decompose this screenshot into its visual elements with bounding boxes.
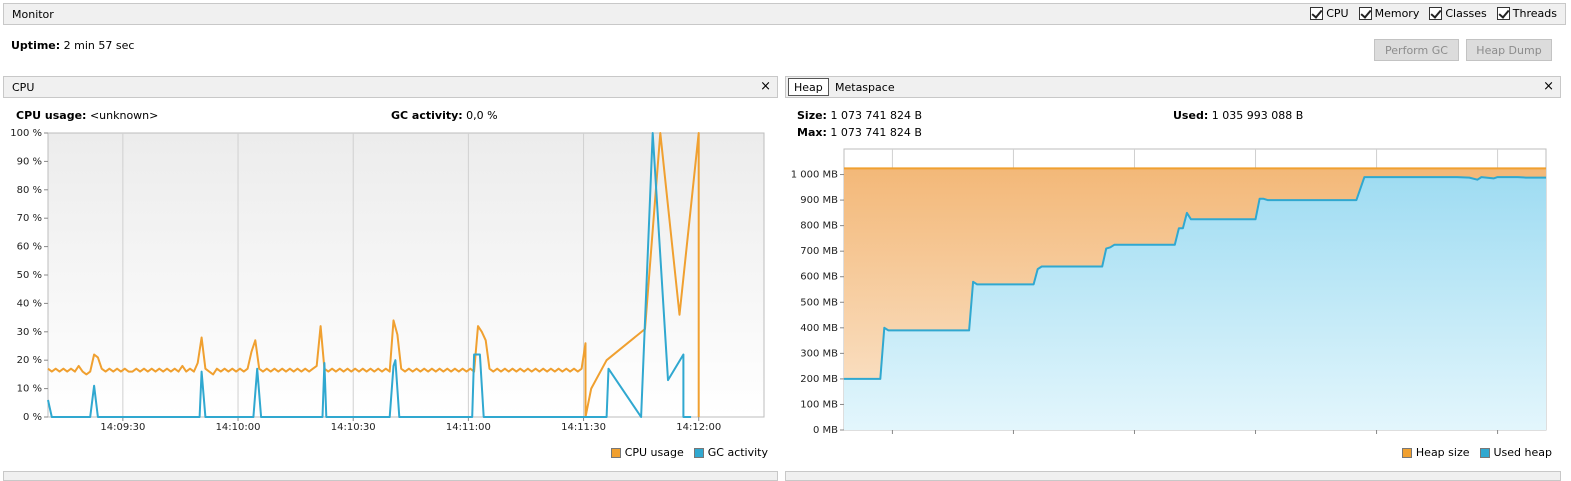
y-tick-label: 60 % — [17, 242, 42, 253]
gc-activity-readout: GC activity: 0,0 % — [391, 109, 498, 122]
x-tick-label: 14:10:30 — [1112, 435, 1157, 436]
checkbox-threads-box[interactable] — [1496, 7, 1510, 20]
checkbox-cpu-label: CPU — [1326, 7, 1349, 20]
uptime: Uptime: 2 min 57 sec — [11, 39, 134, 52]
heap-used-label: Used: — [1173, 109, 1209, 122]
cpu-panel-header: CPU × — [3, 76, 778, 98]
y-tick-label: 30 % — [17, 327, 42, 338]
legend-cpu-usage: CPU usage — [610, 446, 684, 459]
legend-used-heap: Used heap — [1479, 446, 1553, 459]
monitor-checkbox-group: CPU Memory Classes Threads — [1300, 7, 1557, 20]
uptime-label: Uptime: — [11, 39, 61, 52]
x-tick-label: 14:10:00 — [991, 435, 1036, 436]
x-tick-label: 14:10:00 — [216, 422, 261, 433]
heap-panel-header: Heap Metaspace × — [785, 76, 1561, 98]
checkbox-classes[interactable]: Classes — [1429, 7, 1487, 20]
tab-heap[interactable]: Heap — [788, 78, 829, 96]
heap-size-readout: Size: 1 073 741 824 B — [797, 109, 922, 122]
checkbox-memory-box[interactable] — [1358, 7, 1372, 20]
cpu-usage-readout: CPU usage: <unknown> — [16, 109, 158, 122]
y-tick-label: 0 MB — [813, 425, 838, 436]
y-tick-label: 100 % — [10, 128, 42, 139]
legend-cpu-label: CPU usage — [624, 446, 684, 459]
x-tick-label: 14:11:00 — [446, 422, 491, 433]
y-tick-label: 1 000 MB — [791, 170, 838, 181]
tab-metaspace[interactable]: Metaspace — [830, 79, 900, 99]
heap-dump-button[interactable]: Heap Dump — [1466, 39, 1552, 61]
checkbox-classes-box[interactable] — [1429, 7, 1443, 20]
heap-legend: Heap size Used heap — [1392, 446, 1552, 459]
x-tick-label: 14:11:00 — [1233, 435, 1278, 436]
legend-heap-size-label: Heap size — [1415, 446, 1470, 459]
checkbox-threads[interactable]: Threads — [1496, 7, 1557, 20]
y-tick-label: 700 MB — [800, 246, 838, 257]
x-tick-label: 14:09:30 — [100, 422, 145, 433]
legend-heap-size-swatch — [1401, 447, 1412, 458]
legend-used-heap-swatch — [1479, 447, 1490, 458]
legend-gc-swatch — [693, 447, 704, 458]
y-tick-label: 200 MB — [800, 374, 838, 385]
y-tick-label: 500 MB — [800, 297, 838, 308]
heap-max-readout: Max: 1 073 741 824 B — [797, 126, 922, 139]
y-tick-label: 400 MB — [800, 323, 838, 334]
perform-gc-button[interactable]: Perform GC — [1374, 39, 1459, 61]
heap-panel-close-icon[interactable]: × — [1543, 80, 1554, 93]
legend-used-heap-label: Used heap — [1493, 446, 1553, 459]
monitor-header: Monitor CPU Memory Classes Threads — [3, 3, 1566, 25]
y-tick-label: 800 MB — [800, 221, 838, 232]
x-tick-label: 14:12:00 — [1475, 435, 1520, 436]
legend-gc-activity: GC activity — [693, 446, 768, 459]
heap-chart: 0 MB 100 MB 200 MB 300 MB 400 MB 500 MB 600 MB… — [791, 148, 1547, 436]
classes-panel-header — [3, 471, 778, 481]
heap-max-value: 1 073 741 824 B — [830, 126, 922, 139]
checkbox-memory-label: Memory — [1374, 7, 1420, 20]
y-tick-label: 300 MB — [800, 348, 838, 359]
checkbox-classes-label: Classes — [1445, 7, 1487, 20]
heap-size-label: Size: — [797, 109, 827, 122]
x-tick-label: 14:10:30 — [331, 422, 376, 433]
y-tick-label: 40 % — [17, 298, 42, 309]
heap-max-label: Max: — [797, 126, 827, 139]
y-tick-label: 70 % — [17, 213, 42, 224]
threads-panel-header — [785, 471, 1561, 481]
y-tick-label: 90 % — [17, 156, 42, 167]
cpu-panel-close-icon[interactable]: × — [760, 80, 771, 93]
y-tick-label: 20 % — [17, 355, 42, 366]
y-tick-label: 0 % — [23, 412, 42, 423]
y-tick-label: 100 MB — [800, 399, 838, 410]
checkbox-memory[interactable]: Memory — [1358, 7, 1420, 20]
cpu-usage-label: CPU usage: — [16, 109, 87, 122]
cpu-usage-value: <unknown> — [89, 109, 159, 122]
heap-used-readout: Used: 1 035 993 088 B — [1173, 109, 1303, 122]
legend-heap-size: Heap size — [1401, 446, 1470, 459]
uptime-value: 2 min 57 sec — [63, 39, 135, 52]
gc-activity-value: 0,0 % — [466, 109, 498, 122]
gc-activity-label: GC activity: — [391, 109, 463, 122]
y-tick-label: 900 MB — [800, 195, 838, 206]
checkbox-cpu[interactable]: CPU — [1310, 7, 1349, 20]
cpu-chart: 0 % 10 % 20 % 30 % 40 % 50 % 60 % 70 % 80 % 90 % 1… — [10, 128, 765, 433]
heap-used-value: 1 035 993 088 B — [1211, 109, 1304, 122]
y-tick-label: 600 MB — [800, 272, 838, 283]
heap-size-value: 1 073 741 824 B — [830, 109, 922, 122]
x-tick-label: 14:09:30 — [870, 435, 915, 436]
x-tick-label: 14:12:00 — [676, 422, 721, 433]
monitor-title: Monitor — [12, 8, 54, 21]
legend-gc-label: GC activity — [707, 446, 768, 459]
cpu-panel-title: CPU — [12, 81, 35, 94]
legend-cpu-swatch — [610, 447, 621, 458]
checkbox-cpu-box[interactable] — [1310, 7, 1324, 20]
y-tick-label: 50 % — [17, 270, 42, 281]
x-tick-label: 14:11:30 — [1354, 435, 1399, 436]
x-tick-label: 14:11:30 — [561, 422, 606, 433]
cpu-legend: CPU usage GC activity — [601, 446, 768, 459]
y-tick-label: 80 % — [17, 185, 42, 196]
y-tick-label: 10 % — [17, 384, 42, 395]
checkbox-threads-label: Threads — [1512, 7, 1557, 20]
